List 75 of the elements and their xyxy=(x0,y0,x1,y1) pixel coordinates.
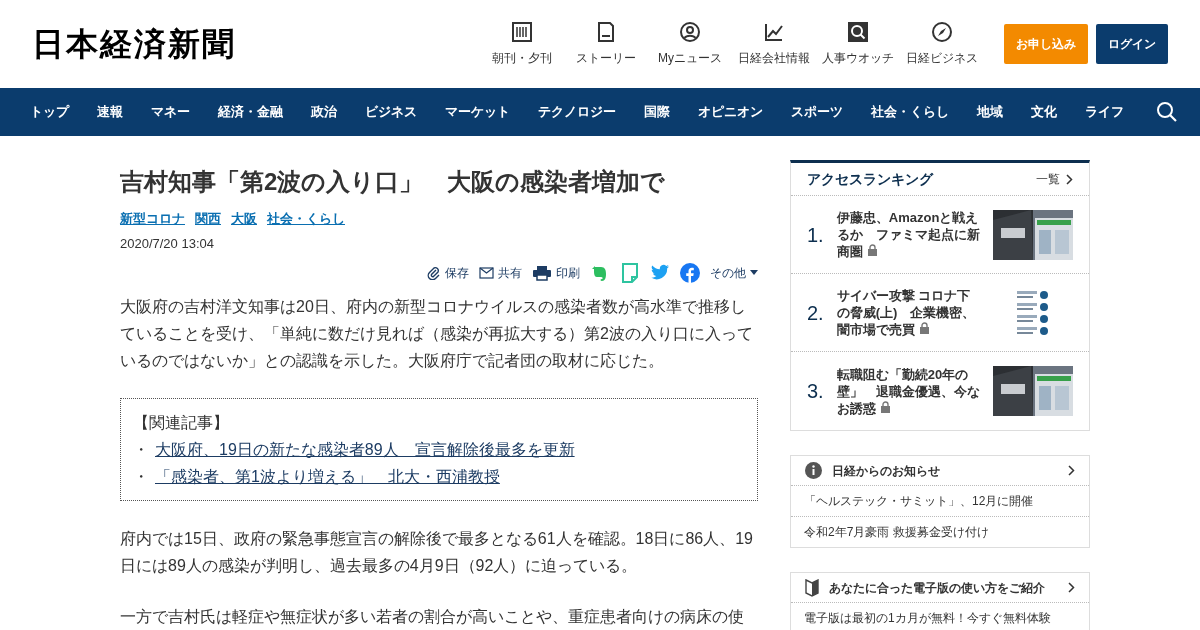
related-link[interactable]: 大阪府、19日の新たな感染者89人 宣言解除後最多を更新 xyxy=(155,435,575,463)
login-button[interactable]: ログイン xyxy=(1096,24,1168,64)
search-icon[interactable] xyxy=(1156,101,1178,123)
newspaper-icon xyxy=(511,21,533,43)
nav-link[interactable]: 経済・金融 xyxy=(218,102,283,122)
lead-paragraph: 大阪府の吉村洋文知事は20日、府内の新型コロナウイルスの感染者数が高水準で推移していることを受け、「単純に数だけ見れば（感染が再拡大する）第2波の入り口に入っているのではないか」との認識を示した。大阪府庁で記者団の取材に応じた。 xyxy=(120,296,754,371)
nav-link[interactable]: テクノロジー xyxy=(538,102,616,122)
related-heading: 【関連記事】 xyxy=(133,412,230,433)
chevron-right-icon xyxy=(1068,465,1075,476)
nav-link[interactable]: 地域 xyxy=(977,102,1003,122)
notice-link[interactable]: 「ヘルステック・サミット」、12月に開催 xyxy=(791,486,1089,517)
chart-icon xyxy=(763,21,785,43)
service-link[interactable]: 朝刊・夕刊 xyxy=(480,21,564,67)
notice-link[interactable]: 令和2年7月豪雨 救援募金受け付け xyxy=(791,517,1089,547)
site-logo[interactable]: 日本経済新聞 xyxy=(32,28,236,60)
guide-link[interactable]: 電子版は最初の1カ月が無料！今すぐ無料体験 xyxy=(791,603,1089,630)
bullet: ・ xyxy=(133,466,150,487)
info-icon xyxy=(805,462,822,479)
nav-link[interactable]: スポーツ xyxy=(791,102,843,122)
nav-link[interactable]: マーケット xyxy=(445,102,510,122)
more-button[interactable]: その他 xyxy=(710,263,758,282)
nav-link[interactable]: 社会・くらし xyxy=(871,102,949,122)
service-link[interactable]: 日経会社情報 xyxy=(732,21,816,67)
ranking-title: 伊藤忠、Amazonと戦えるか ファミマ起点に新商圏 xyxy=(836,209,981,260)
document-icon xyxy=(595,21,617,43)
compass-icon xyxy=(931,21,953,43)
share-button[interactable]: 共有 xyxy=(479,263,522,282)
tag-link[interactable]: 関西 xyxy=(195,208,221,229)
mail-icon xyxy=(479,266,494,279)
bird-icon[interactable] xyxy=(650,263,670,282)
article-date: 2020/7/20 13:04 xyxy=(120,235,215,254)
nav-link[interactable]: ライフ xyxy=(1085,102,1124,122)
bullet: ・ xyxy=(133,439,150,460)
paperclip-icon xyxy=(427,265,441,280)
share-button[interactable]: 印刷 xyxy=(532,263,580,282)
ranking-title: サイバー攻撃 コロナ下の脅威(上) 企業機密、闇市場で売買 xyxy=(836,287,977,338)
ranking-item[interactable]: 2. サイバー攻撃 コロナ下の脅威(上) 企業機密、闇市場で売買 xyxy=(791,274,1089,352)
share-button[interactable]: 保存 xyxy=(427,263,469,282)
chevron-right-icon xyxy=(1068,582,1075,593)
body-paragraph: 府内では15日、政府の緊急事態宣言の解除後で最多となる61人を確認。18日に86人、19日には89人の感染が判明し、過去最多の4月9日（92人）に迫っている。 xyxy=(120,528,754,576)
notice-heading[interactable]: 日経からのお知らせ xyxy=(832,461,940,480)
rank-number: 1. xyxy=(807,222,825,248)
nav-link[interactable]: ビジネス xyxy=(365,102,417,122)
ranking-item[interactable]: 1. 伊藤忠、Amazonと戦えるか ファミマ起点に新商圏 xyxy=(791,196,1089,274)
printer-icon xyxy=(532,264,552,281)
service-link[interactable]: 日経ビジネス xyxy=(900,21,984,67)
nav-link[interactable]: トップ xyxy=(30,102,69,122)
note-icon[interactable] xyxy=(620,262,640,283)
facebook-icon[interactable] xyxy=(680,262,700,283)
caret-icon xyxy=(750,270,758,276)
ranking-item[interactable]: 3. 転職阻む「勤続20年の壁」 退職金優遇、今なお誘惑 xyxy=(791,352,1089,430)
nav-link[interactable]: マネー xyxy=(151,102,190,122)
ranking-title: 転職阻む「勤続20年の壁」 退職金優遇、今なお誘惑 xyxy=(836,365,981,417)
related-link[interactable]: 「感染者、第1波より増える」 北大・西浦教授 xyxy=(155,462,500,490)
service-link[interactable]: Myニュース xyxy=(648,21,732,67)
tag-link[interactable]: 大阪 xyxy=(231,208,257,229)
tag-link[interactable]: 社会・くらし xyxy=(267,208,345,229)
list-link[interactable]: 一覧 xyxy=(1036,170,1073,188)
nav-link[interactable]: オピニオン xyxy=(698,102,763,122)
body-paragraph: 一方で吉村氏は軽症や無症状が多い若者の割合が高いことや、重症患者向けの病床の使 xyxy=(120,606,745,627)
nav-link[interactable]: 国際 xyxy=(644,102,670,122)
nav-link[interactable]: 速報 xyxy=(97,102,123,122)
chevron-right-icon xyxy=(1066,173,1073,185)
tag-link[interactable]: 新型コロナ xyxy=(120,208,185,229)
nav-link[interactable]: 政治 xyxy=(311,102,337,122)
search-icon xyxy=(847,21,869,43)
rank-number: 2. xyxy=(807,300,825,326)
ranking-heading: アクセスランキング xyxy=(807,169,933,189)
service-link[interactable]: 人事ウオッチ xyxy=(816,21,900,67)
guide-heading[interactable]: あなたに合った電子版の使い方をご紹介 xyxy=(829,578,1045,597)
service-link[interactable]: ストーリー xyxy=(564,21,648,67)
article-title: 吉村知事「第2波の入り口」 大阪の感染者増加で xyxy=(120,168,667,197)
rank-number: 3. xyxy=(807,379,825,404)
nav-link[interactable]: 文化 xyxy=(1031,102,1057,122)
user-icon xyxy=(679,21,701,43)
